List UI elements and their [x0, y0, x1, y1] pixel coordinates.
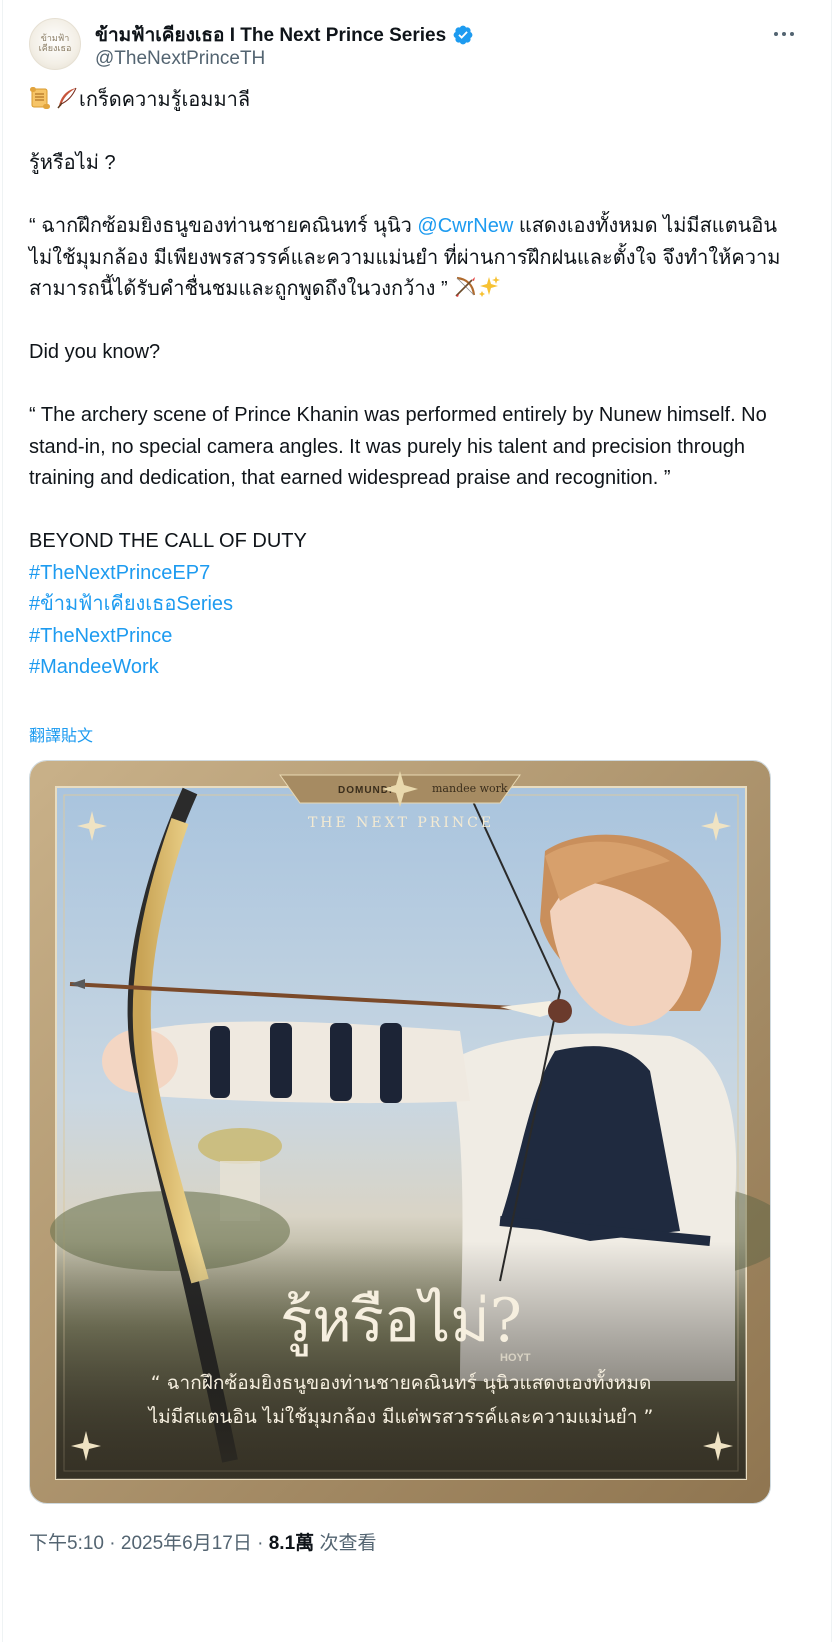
tagline: BEYOND THE CALL OF DUTY — [29, 530, 307, 552]
image-caption-line-1: “ ฉากฝึกซ้อมยิงธนูของท่านชายคณินทร์ นุนิ… — [151, 1369, 652, 1395]
tweet-line-1: เกร็ดความรู้เอมมาลี — [29, 85, 789, 117]
tweet-title-text: เกร็ดความรู้เอมมาลี — [79, 89, 251, 111]
media-image[interactable]: DOMUNDI mandee work THE NEXT PRINCE HOYT… — [29, 760, 771, 1504]
feather-emoji-icon — [57, 87, 77, 109]
series-title: THE NEXT PRINCE — [308, 815, 494, 831]
more-dot-icon — [790, 32, 794, 36]
views-count: 8.1萬 — [268, 1533, 315, 1554]
tweet-container: ข้ามฟ้า เคียงเธอ ข้ามฟ้าเคียงเธอ I The N… — [2, 0, 832, 1642]
tweet-text: เกร็ดความรู้เอมมาลี รู้หรือไม่ ? “ ฉากฝึ… — [29, 85, 789, 684]
tweet-header: ข้ามฟ้า เคียงเธอ ข้ามฟ้าเคียงเธอ I The N… — [29, 18, 819, 74]
mention-link[interactable]: @CwrNew — [417, 215, 513, 237]
hashtag-link[interactable]: #TheNextPrince — [29, 621, 789, 653]
verified-badge-icon — [453, 25, 473, 45]
tweet-meta: 下午5:10 · 2025年6月17日 · 8.1萬 次查看 — [29, 1528, 376, 1555]
thai-quote: “ ฉากฝึกซ้อมยิงธนูของท่านชายคณินทร์ นุนิ… — [29, 211, 789, 306]
sparkles-emoji-icon — [479, 276, 501, 297]
views-label: 次查看 — [319, 1533, 377, 1554]
display-name[interactable]: ข้ามฟ้าเคียงเธอ I The Next Prince Series — [95, 20, 446, 50]
more-options-button[interactable] — [767, 20, 801, 48]
archery-photo: DOMUNDI mandee work THE NEXT PRINCE HOYT… — [30, 761, 770, 1503]
did-you-know: Did you know? — [29, 341, 161, 363]
tweet-time[interactable]: 下午5:10 — [29, 1533, 104, 1554]
tweet-line-2: รู้หรือไม่ ? — [29, 152, 116, 174]
more-dot-icon — [782, 32, 786, 36]
image-caption-line-2: ไม่มีสแตนอิน ไม่ใช้มุมกล้อง มีแต่พรสวรรค… — [147, 1406, 654, 1429]
scroll-emoji-icon — [30, 87, 50, 109]
tweet-date[interactable]: 2025年6月17日 — [121, 1533, 252, 1554]
logo-domundi: DOMUNDI — [338, 785, 393, 796]
image-headline: รู้หรือไม่? — [280, 1286, 522, 1357]
hashtag-link[interactable]: #TheNextPrinceEP7 — [29, 558, 789, 590]
separator: · — [109, 1533, 116, 1554]
hashtag-link[interactable]: #ข้ามฟ้าเคียงเธอSeries — [29, 589, 789, 621]
separator: · — [257, 1533, 264, 1554]
thai-quote-part-a: “ ฉากฝึกซ้อมยิงธนูของท่านชายคณินทร์ นุนิ… — [29, 215, 418, 237]
bow-and-arrow-emoji-icon — [455, 276, 476, 297]
translate-post-link[interactable]: 翻譯貼文 — [29, 722, 93, 746]
hashtag-link[interactable]: #MandeeWork — [29, 652, 789, 684]
name-row: ข้ามฟ้าเคียงเธอ I The Next Prince Series — [95, 20, 474, 50]
avatar[interactable]: ข้ามฟ้า เคียงเธอ — [29, 18, 81, 70]
handle[interactable]: @TheNextPrinceTH — [95, 48, 265, 70]
more-dot-icon — [774, 32, 778, 36]
logo-mandee: mandee work — [432, 782, 508, 795]
english-quote: “ The archery scene of Prince Khanin was… — [29, 404, 767, 489]
avatar-logo-text: ข้ามฟ้า เคียงเธอ — [38, 34, 72, 54]
